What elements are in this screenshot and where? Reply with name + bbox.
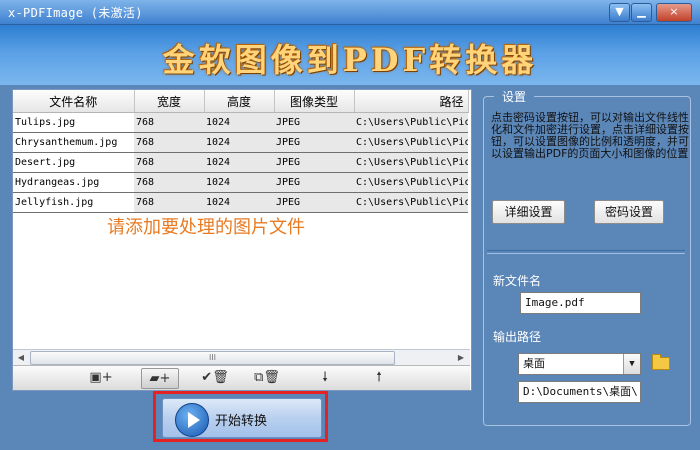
close-button[interactable]: ×: [656, 3, 692, 22]
cell-height: 1024: [204, 112, 274, 133]
app-banner: 金软图像到PDF转换器: [0, 25, 700, 85]
cell-filename: Chrysanthemum.jpg: [13, 132, 134, 153]
cell-filename: Hydrangeas.jpg: [13, 172, 134, 193]
column-header-height[interactable]: 高度: [204, 90, 275, 113]
detail-settings-button[interactable]: 详细设置: [492, 200, 565, 224]
remove-all-icon[interactable]: ⧉🗑: [249, 368, 285, 387]
settings-divider: [487, 250, 685, 254]
start-convert-button[interactable]: 开始转换: [162, 398, 322, 438]
column-header-type[interactable]: 图像类型: [274, 90, 355, 113]
move-up-icon[interactable]: 🠕: [361, 368, 397, 387]
cell-height: 1024: [204, 172, 274, 193]
settings-description: 点击密码设置按钮，可以对输出文件线性化和文件加密进行设置，点击详细设置按钮，可以…: [491, 111, 689, 160]
cell-type: JPEG: [274, 132, 354, 153]
remove-selected-icon[interactable]: ✔🗑: [197, 368, 233, 387]
scroll-right-icon[interactable]: ▶: [454, 351, 468, 364]
cell-width: 768: [134, 152, 204, 173]
new-filename-input[interactable]: Image.pdf: [520, 292, 641, 314]
cell-path: C:\Users\Public\Pic: [354, 172, 468, 193]
table-header-row: 文件名称 宽度 高度 图像类型 路径: [13, 90, 469, 113]
folder-icon[interactable]: [652, 354, 670, 370]
cell-width: 768: [134, 192, 204, 213]
add-folder-icon[interactable]: ▰+: [141, 368, 179, 389]
scroll-thumb[interactable]: III: [30, 351, 395, 365]
cell-filename: Jellyfish.jpg: [13, 192, 134, 213]
cell-filename: Desert.jpg: [13, 152, 134, 173]
play-icon: [175, 403, 209, 437]
column-header-width[interactable]: 宽度: [134, 90, 205, 113]
cell-width: 768: [134, 112, 204, 133]
window-title: x-PDFImage (未激活): [8, 6, 143, 20]
cell-filename: Tulips.jpg: [13, 112, 134, 133]
horizontal-scrollbar[interactable]: ◀ III ▶: [13, 349, 470, 365]
start-convert-label: 开始转换: [215, 414, 268, 429]
app-banner-title: 金软图像到PDF转换器: [162, 41, 538, 79]
new-filename-label: 新文件名: [493, 274, 542, 288]
table-row[interactable]: Chrysanthemum.jpg 768 1024 JPEG C:\Users…: [13, 132, 468, 153]
file-toolbar: ▣+ ▰+ ✔🗑 ⧉🗑 🠗 🠕: [13, 365, 470, 390]
column-header-filename[interactable]: 文件名称: [13, 90, 135, 113]
table-row[interactable]: Hydrangeas.jpg 768 1024 JPEG C:\Users\Pu…: [13, 172, 468, 193]
title-bar: x-PDFImage (未激活) ▼ ▁ ×: [0, 0, 700, 25]
scroll-left-icon[interactable]: ◀: [14, 351, 28, 364]
cell-type: JPEG: [274, 192, 354, 213]
cell-type: JPEG: [274, 152, 354, 173]
add-files-hint: 请添加要处理的图片文件: [107, 217, 305, 238]
cell-width: 768: [134, 132, 204, 153]
output-path-input[interactable]: D:\Documents\桌面\: [518, 381, 641, 403]
cell-path: C:\Users\Public\Pic: [354, 132, 468, 153]
cell-path: C:\Users\Public\Pic: [354, 152, 468, 173]
file-table: 文件名称 宽度 高度 图像类型 路径 Tulips.jpg 768 1024 J…: [13, 90, 469, 213]
cell-height: 1024: [204, 192, 274, 213]
cell-type: JPEG: [274, 112, 354, 133]
minimize-button[interactable]: ▼: [609, 3, 630, 22]
move-down-icon[interactable]: 🠗: [307, 368, 343, 387]
table-row[interactable]: Desert.jpg 768 1024 JPEG C:\Users\Public…: [13, 152, 468, 173]
cell-height: 1024: [204, 132, 274, 153]
cell-path: C:\Users\Public\Pic: [354, 112, 468, 133]
minimize-icon-button[interactable]: ▁: [631, 3, 652, 22]
output-path-selected: 桌面: [523, 357, 545, 370]
output-path-dropdown[interactable]: 桌面 ▼: [518, 353, 641, 375]
cell-width: 768: [134, 172, 204, 193]
password-settings-button[interactable]: 密码设置: [594, 200, 664, 224]
output-path-label: 输出路径: [493, 330, 542, 344]
cell-height: 1024: [204, 152, 274, 173]
chevron-down-icon[interactable]: ▼: [623, 354, 640, 374]
table-row[interactable]: Jellyfish.jpg 768 1024 JPEG C:\Users\Pub…: [13, 192, 468, 213]
add-file-icon[interactable]: ▣+: [83, 368, 119, 387]
column-header-path[interactable]: 路径: [354, 90, 469, 113]
table-row[interactable]: Tulips.jpg 768 1024 JPEG C:\Users\Public…: [13, 112, 468, 133]
file-list-panel: 文件名称 宽度 高度 图像类型 路径 Tulips.jpg 768 1024 J…: [12, 89, 472, 391]
cell-path: C:\Users\Public\Pic: [354, 192, 468, 213]
settings-legend: 设置: [494, 88, 535, 105]
start-button-highlight: 开始转换: [153, 391, 328, 442]
cell-type: JPEG: [274, 172, 354, 193]
